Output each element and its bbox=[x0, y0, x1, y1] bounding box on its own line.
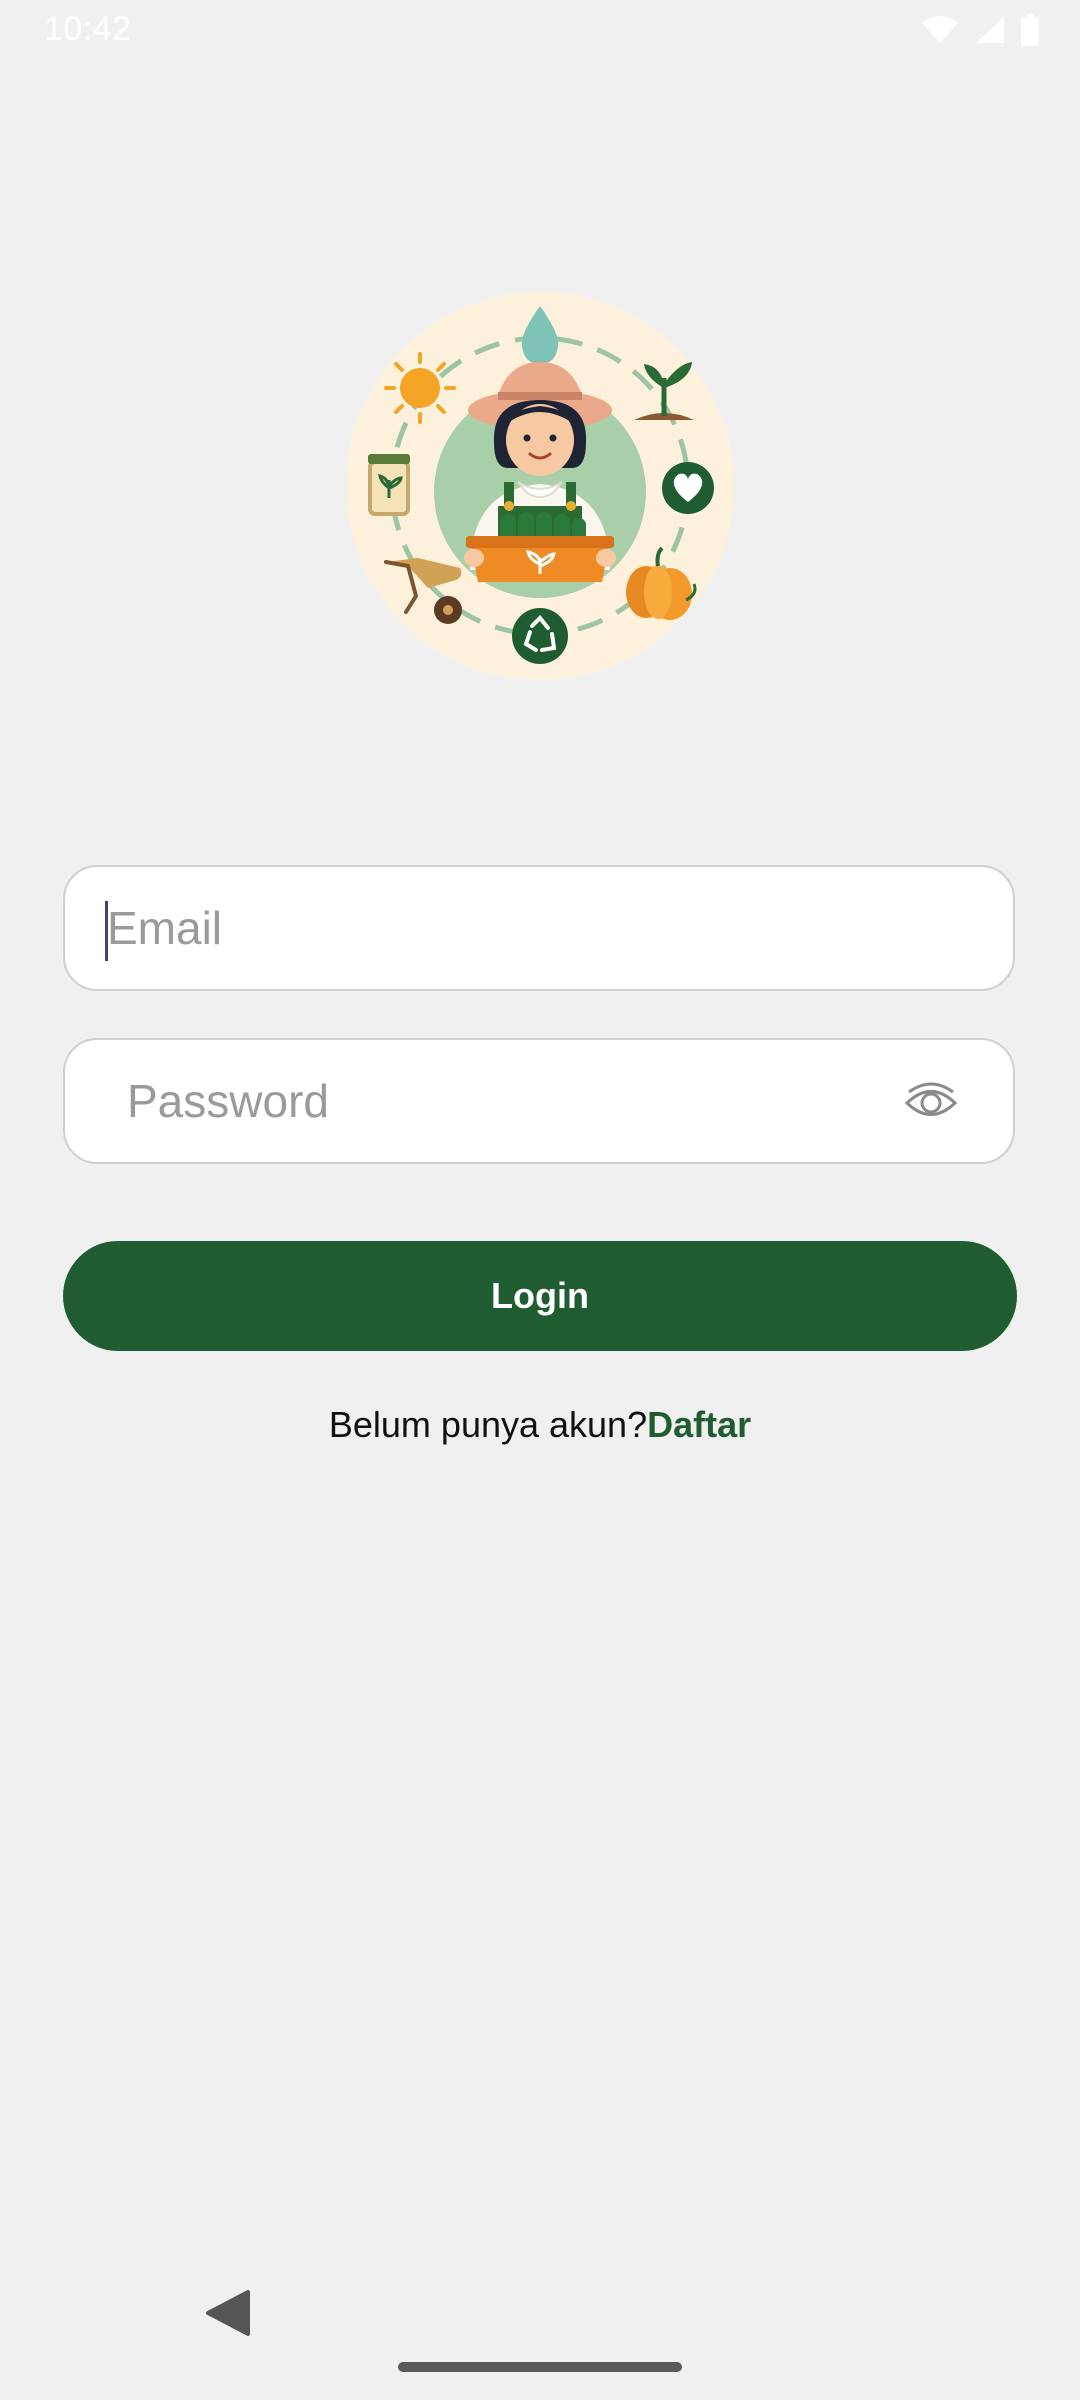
email-input[interactable] bbox=[107, 867, 887, 989]
recycle-badge-icon bbox=[512, 608, 568, 664]
eye-icon[interactable] bbox=[903, 1078, 959, 1128]
back-triangle-icon[interactable] bbox=[202, 2288, 252, 2338]
home-pill[interactable] bbox=[398, 2362, 682, 2372]
status-icons bbox=[920, 14, 1040, 46]
password-field[interactable] bbox=[63, 1038, 1015, 1164]
heart-badge-icon bbox=[662, 462, 714, 514]
register-prompt-text: Belum punya akun? bbox=[328, 1404, 648, 1445]
battery-icon bbox=[1021, 14, 1039, 46]
status-bar: 10:42 bbox=[0, 0, 1080, 62]
wifi-icon bbox=[922, 16, 958, 43]
cell-signal-icon bbox=[976, 17, 1004, 43]
app-logo bbox=[346, 292, 734, 680]
password-input[interactable] bbox=[127, 1040, 907, 1162]
email-field[interactable] bbox=[63, 865, 1015, 991]
status-time: 10:42 bbox=[44, 10, 132, 48]
jar-icon bbox=[368, 454, 410, 516]
register-prompt: Belum punya akun?Daftar bbox=[0, 1404, 1080, 1446]
login-button[interactable]: Login bbox=[63, 1241, 1017, 1351]
register-link[interactable]: Daftar bbox=[647, 1404, 751, 1445]
